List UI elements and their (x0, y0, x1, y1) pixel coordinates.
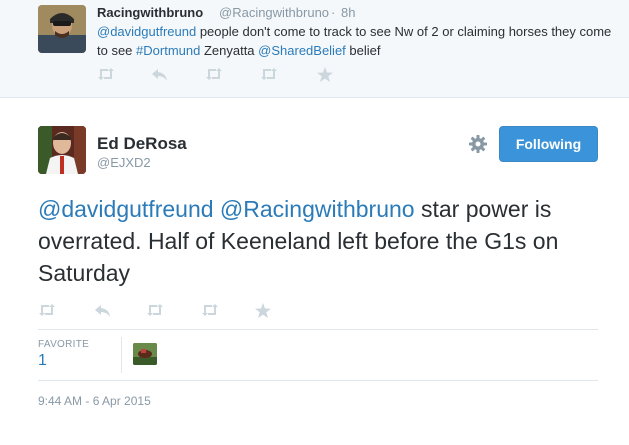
mention-link[interactable]: @SharedBelief (258, 43, 346, 58)
gear-icon[interactable] (468, 134, 488, 154)
author-avatar[interactable] (38, 126, 86, 174)
parent-tweet[interactable]: Racingwithbruno @Racingwithbruno · 8h @d… (0, 0, 629, 98)
retweet-icon[interactable] (38, 303, 56, 317)
tweet-timestamp[interactable]: 9:44 AM - 6 Apr 2015 (38, 394, 151, 408)
tweet-text-segment: Zenyatta (200, 43, 259, 58)
parent-timestamp[interactable]: 8h (341, 5, 355, 20)
tweet-action-bar (38, 303, 298, 321)
mention-link[interactable]: @davidgutfreund (38, 196, 214, 222)
reply-icon[interactable] (95, 305, 111, 317)
parent-avatar[interactable] (38, 5, 86, 53)
favoriter-avatar[interactable] (133, 343, 157, 365)
author-display-name[interactable]: Ed DeRosa (97, 134, 187, 154)
author-handle[interactable]: @EJXD2 (97, 155, 151, 170)
tweet-text: @davidgutfreund @Racingwithbruno star po… (38, 193, 598, 289)
retweet-icon[interactable] (201, 303, 219, 317)
reply-icon[interactable] (152, 69, 168, 81)
mention-link[interactable]: @Racingwithbruno (220, 196, 415, 222)
following-button[interactable]: Following (499, 126, 598, 162)
parent-handle[interactable]: @Racingwithbruno (219, 5, 329, 20)
stats-separator (121, 337, 122, 373)
stats-bottom-divider (38, 380, 598, 381)
parent-action-bar (97, 67, 357, 85)
tweet-text-segment: belief (345, 43, 381, 58)
retweet-icon[interactable] (97, 67, 115, 81)
star-icon[interactable] (255, 303, 271, 318)
mention-link[interactable]: @davidgutfreund (97, 24, 196, 39)
stats-top-divider (38, 329, 598, 330)
retweet-icon[interactable] (146, 303, 164, 317)
parent-display-name[interactable]: Racingwithbruno (97, 5, 203, 20)
favorites-label: FAVORITE (38, 339, 90, 350)
hashtag-link[interactable]: #Dortmund (136, 43, 200, 58)
parent-separator: · (331, 5, 336, 20)
retweet-icon[interactable] (205, 67, 223, 81)
star-icon[interactable] (317, 67, 333, 82)
favorites-count[interactable]: 1 (38, 352, 47, 370)
parent-tweet-text: @davidgutfreund people don't come to tra… (97, 22, 617, 60)
retweet-icon[interactable] (260, 67, 278, 81)
